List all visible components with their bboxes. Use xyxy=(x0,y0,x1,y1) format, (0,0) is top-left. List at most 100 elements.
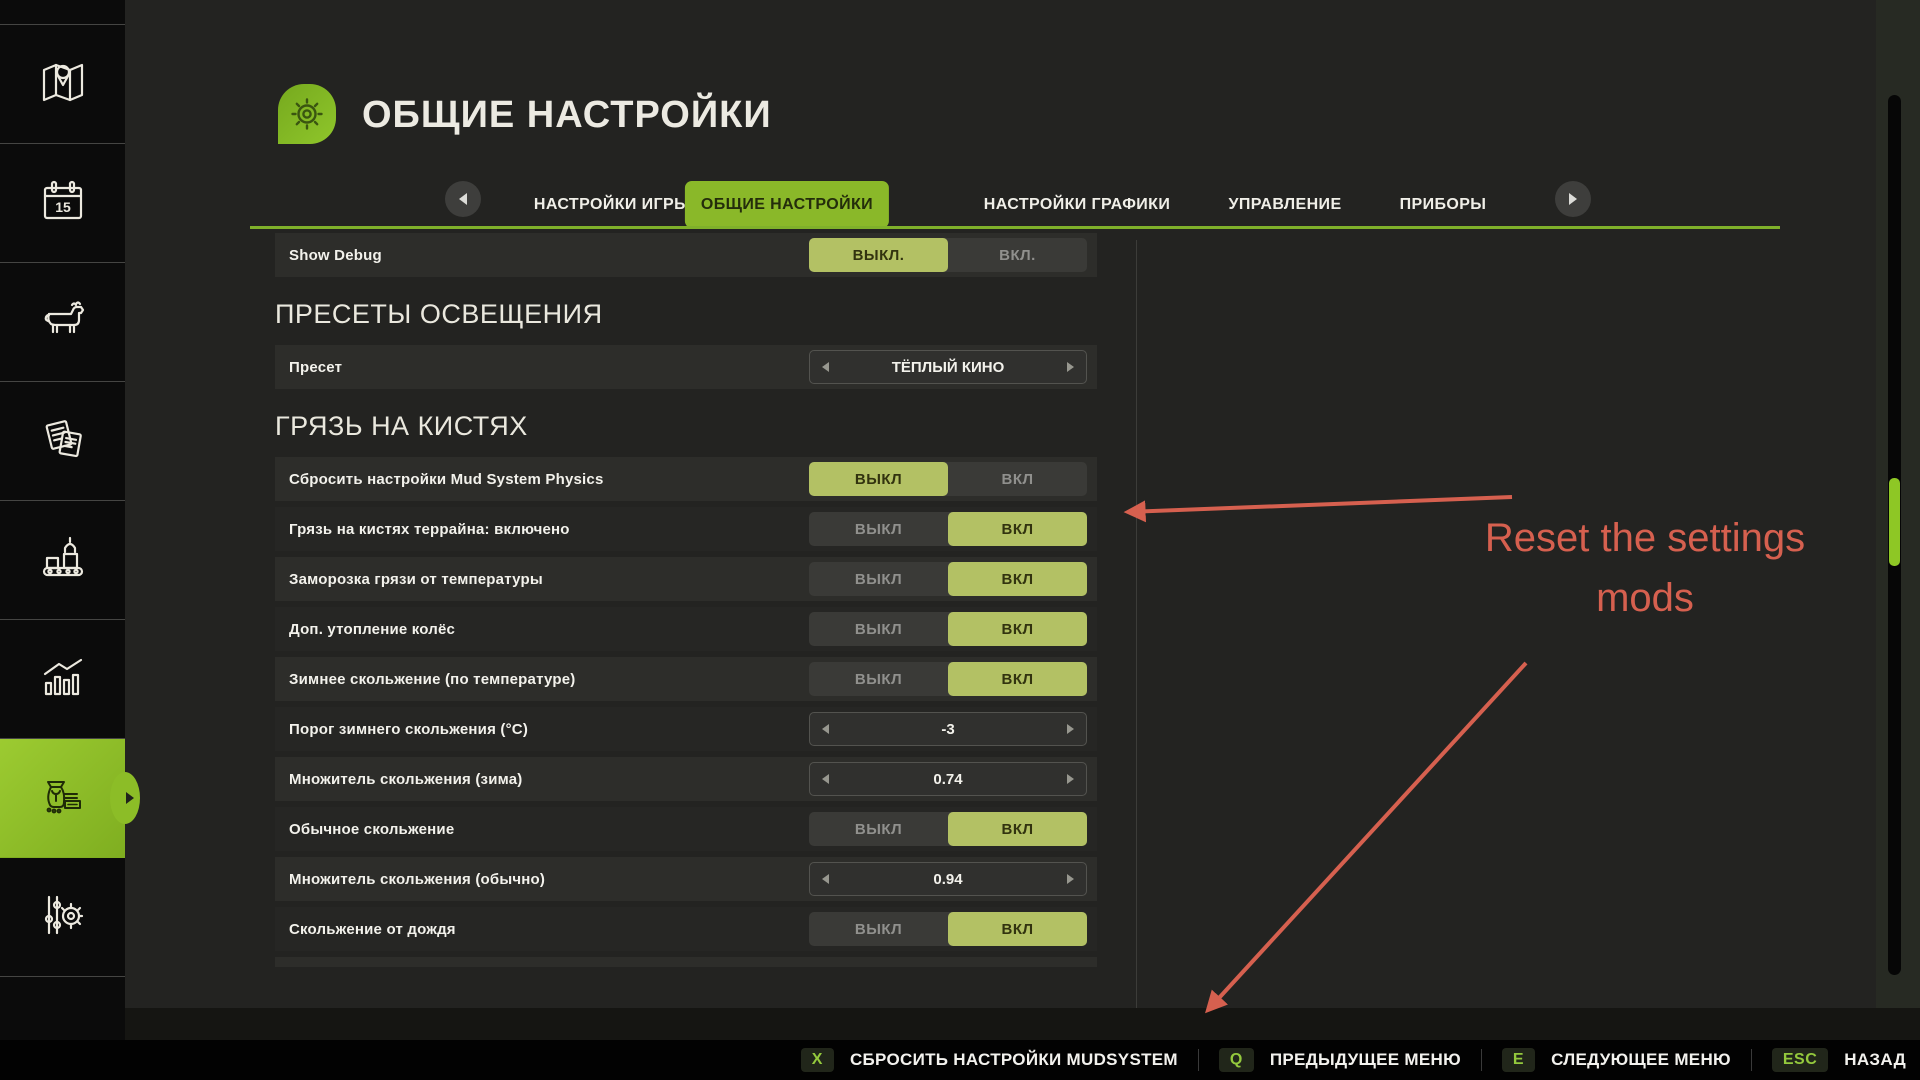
settings-row: Show Debug ВЫКЛ.ВКЛ. xyxy=(275,233,1097,277)
selector-next-icon[interactable] xyxy=(1067,362,1074,372)
toggle-control: ВЫКЛВКЛ xyxy=(809,662,1087,696)
toggle-off-button[interactable]: ВЫКЛ. xyxy=(809,238,948,272)
tab-2[interactable]: ОБЩИЕ НАСТРОЙКИ xyxy=(685,181,889,228)
toggle-control: ВЫКЛВКЛ xyxy=(809,462,1087,496)
hotkey-badge-esc[interactable]: ESC xyxy=(1772,1048,1828,1072)
value-selector: 0.74 xyxy=(809,762,1087,796)
setting-label: Порог зимнего скольжения (°C) xyxy=(289,721,528,738)
hotkey-label: ПРЕДЫДУЩЕЕ МЕНЮ xyxy=(1270,1050,1461,1070)
setting-label: Множитель скольжения (обычно) xyxy=(289,871,545,888)
sidebar-item-animals[interactable] xyxy=(0,263,125,382)
toggle-off-button[interactable]: ВЫКЛ xyxy=(809,562,948,596)
toggle-on-button[interactable]: ВКЛ xyxy=(948,612,1087,646)
statistics-icon xyxy=(37,651,89,708)
toggle-off-button[interactable]: ВЫКЛ xyxy=(809,912,948,946)
toggle-off-button[interactable]: ВЫКЛ xyxy=(809,462,948,496)
tab-3[interactable]: НАСТРОЙКИ ГРАФИКИ xyxy=(968,181,1186,228)
animals-icon xyxy=(37,294,89,351)
calendar-icon: 15 xyxy=(37,175,89,232)
tab-4[interactable]: УПРАВЛЕНИЕ xyxy=(1212,181,1357,228)
toggle-on-button[interactable]: ВКЛ xyxy=(948,912,1087,946)
selector-next-icon[interactable] xyxy=(1067,874,1074,884)
map-icon xyxy=(37,56,89,113)
section-header: ГРЯЗЬ НА КИСТЯХ xyxy=(275,395,1097,457)
toggle-control: ВЫКЛВКЛ xyxy=(809,912,1087,946)
settings-row: Грязь на кистях террайна: включено ВЫКЛВК… xyxy=(275,507,1097,551)
value-selector: ТЁПЛЫЙ КИНО xyxy=(809,350,1087,384)
toggle-on-button[interactable]: ВКЛ xyxy=(948,662,1087,696)
settings-row: Пресет ТЁПЛЫЙ КИНО xyxy=(275,345,1097,389)
active-item-arrow-icon xyxy=(126,792,134,804)
settings-row: Обычное скольжение ВЫКЛВКЛ xyxy=(275,807,1097,851)
sidebar: 15 xyxy=(0,0,125,1080)
settings-row: Множитель скольжения (зима) 0.74 xyxy=(275,757,1097,801)
settings-row: Порог зимнего скольжения (°C) -3 xyxy=(275,707,1097,751)
contracts-icon xyxy=(37,413,89,470)
tab-1[interactable]: НАСТРОЙКИ ИГРЫ xyxy=(518,181,706,228)
sidebar-item-map[interactable] xyxy=(0,25,125,144)
selector-value: -3 xyxy=(810,721,1086,738)
prices-icon xyxy=(37,770,89,827)
chevron-right-icon xyxy=(1569,193,1577,205)
toggle-off-button[interactable]: ВЫКЛ xyxy=(809,612,948,646)
value-selector: 0.94 xyxy=(809,862,1087,896)
toggle-on-button[interactable]: ВКЛ xyxy=(948,462,1087,496)
hotkey-label: НАЗАД xyxy=(1844,1050,1906,1070)
setting-label: Обычное скольжение xyxy=(289,821,454,838)
hotkey-badge-q[interactable]: Q xyxy=(1219,1048,1254,1072)
sidebar-item-prices[interactable] xyxy=(0,739,125,858)
setting-label: Show Debug xyxy=(289,247,382,264)
hotkey-label: СЛЕДУЮЩЕЕ МЕНЮ xyxy=(1551,1050,1731,1070)
sidebar-item-calendar[interactable]: 15 xyxy=(0,144,125,263)
tabs-next-button[interactable] xyxy=(1555,181,1591,217)
toggle-on-button[interactable]: ВКЛ xyxy=(948,812,1087,846)
toggle-control: ВЫКЛВКЛ xyxy=(809,512,1087,546)
sidebar-item-statistics[interactable] xyxy=(0,620,125,739)
active-item-bump xyxy=(110,772,140,824)
svg-text:15: 15 xyxy=(55,199,71,215)
footer-separator xyxy=(1751,1049,1752,1071)
section-header: ПРЕСЕТЫ ОСВЕЩЕНИЯ xyxy=(275,283,1097,345)
settings-row: Зимнее скольжение (по температуре) ВЫКЛВК… xyxy=(275,657,1097,701)
setting-label: Скольжение от дождя xyxy=(289,921,456,938)
settings-row: Сбросить настройки Mud System PhysicsВЫК… xyxy=(275,457,1097,501)
scrollbar-thumb[interactable] xyxy=(1889,478,1900,566)
tab-5[interactable]: ПРИБОРЫ xyxy=(1384,181,1503,228)
setting-label: Зимнее скольжение (по температуре) xyxy=(289,671,575,688)
gear-icon xyxy=(287,94,327,134)
tabs-prev-button[interactable] xyxy=(445,181,481,217)
toggle-on-button[interactable]: ВКЛ xyxy=(948,512,1087,546)
settings-row: Множитель скольжения (обычно) 0.94 xyxy=(275,857,1097,901)
selector-next-icon[interactable] xyxy=(1067,724,1074,734)
toggle-on-button[interactable]: ВКЛ xyxy=(948,562,1087,596)
setting-label: Пресет xyxy=(289,359,342,376)
hotkey-badge-x[interactable]: X xyxy=(801,1048,834,1072)
hotkey-badge-e[interactable]: E xyxy=(1502,1048,1535,1072)
settings-icon xyxy=(37,889,89,946)
settings-row: Доп. утопление колёс ВЫКЛВКЛ xyxy=(275,607,1097,651)
toggle-control: ВЫКЛ.ВКЛ. xyxy=(809,238,1087,272)
setting-label: Грязь на кистях террайна: включено xyxy=(289,521,570,538)
settings-list: Show DebugВЫКЛ.ВКЛ.ПРЕСЕТЫ ОСВЕЩЕНИЯПрес… xyxy=(275,233,1097,967)
footer-separator xyxy=(1481,1049,1482,1071)
hotkey-label: СБРОСИТЬ НАСТРОЙКИ MUDSYSTEM xyxy=(850,1050,1178,1070)
selector-next-icon[interactable] xyxy=(1067,774,1074,784)
sidebar-top-spacer xyxy=(0,0,125,25)
toggle-off-button[interactable]: ВЫКЛ xyxy=(809,662,948,696)
tabs-underline xyxy=(250,226,1780,229)
list-divider xyxy=(1136,240,1137,1008)
hotkey-bar: X СБРОСИТЬ НАСТРОЙКИ MUDSYSTEM Q ПРЕДЫДУЩЕЕ… xyxy=(0,1040,1920,1080)
toggle-off-button[interactable]: ВЫКЛ xyxy=(809,812,948,846)
selector-value: ТЁПЛЫЙ КИНО xyxy=(810,359,1086,376)
toggle-control: ВЫКЛВКЛ xyxy=(809,812,1087,846)
toggle-on-button[interactable]: ВКЛ. xyxy=(948,238,1087,272)
setting-label: Множитель скольжения (зима) xyxy=(289,771,522,788)
page-title: ОБЩИЕ НАСТРОЙКИ xyxy=(362,94,772,137)
annotation-text: Reset the settings mods xyxy=(1415,508,1875,628)
settings-screen: ОБЩИЕ НАСТРОЙКИ НАСТРОЙКИ ИГРЫОБЩИЕ НАСТ… xyxy=(0,0,1920,1080)
sidebar-item-production[interactable] xyxy=(0,501,125,620)
sidebar-item-settings[interactable] xyxy=(0,858,125,977)
toggle-off-button[interactable]: ВЫКЛ xyxy=(809,512,948,546)
sidebar-item-contracts[interactable] xyxy=(0,382,125,501)
setting-label: Доп. утопление колёс xyxy=(289,621,455,638)
